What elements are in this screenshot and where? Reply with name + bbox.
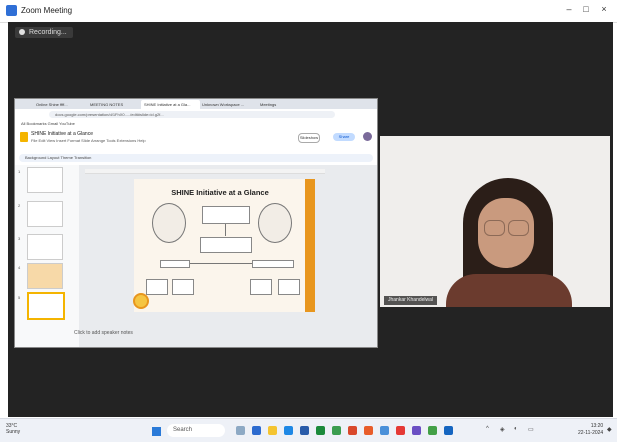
- thumb-number: 1: [18, 169, 21, 174]
- app-icon[interactable]: [412, 426, 421, 435]
- ruler: [85, 169, 325, 174]
- browser-tab[interactable]: Online Shine ffff...: [33, 100, 88, 109]
- battery-icon[interactable]: ▭: [528, 426, 534, 433]
- glasses-icon: [508, 220, 529, 236]
- slide-thumbnail[interactable]: [27, 234, 63, 260]
- thumb-number: 3: [18, 236, 21, 241]
- thumb-number: 4: [18, 265, 21, 270]
- diagram-leaf-box: [250, 279, 272, 295]
- browser-tab-strip: Online Shine ffff... MEETING NOTES SHINE…: [15, 99, 377, 109]
- word-icon[interactable]: [300, 426, 309, 435]
- browser-tab-active[interactable]: SHINE Initiative at a Gla...: [141, 100, 200, 109]
- sun-logo-icon: [133, 293, 149, 309]
- weather-desc: Sunny: [6, 429, 21, 435]
- address-bar[interactable]: docs.google.com/presentation/d/1FhX0....…: [49, 111, 335, 118]
- slide-accent-stripe: [305, 179, 315, 312]
- document-title[interactable]: SHINE Initiative at a Glance: [31, 131, 93, 137]
- minimize-button[interactable]: –: [562, 4, 576, 14]
- folder-icon[interactable]: [268, 426, 277, 435]
- app-icon[interactable]: [444, 426, 453, 435]
- network-icon[interactable]: ◈: [500, 426, 505, 433]
- close-button[interactable]: ×: [597, 4, 611, 14]
- slide-thumbnail-selected[interactable]: [27, 292, 65, 320]
- browser-tab[interactable]: Unknown Workspace ...: [199, 100, 258, 109]
- participant-video: [380, 136, 610, 307]
- volume-icon[interactable]: ◐: [514, 426, 518, 432]
- diagram-leaf-box: [278, 279, 300, 295]
- file-explorer-icon[interactable]: [236, 426, 245, 435]
- slides-header: SHINE Initiative at a Glance File Edit V…: [15, 128, 377, 146]
- google-slides-logo-icon: [20, 132, 28, 142]
- slide-thumbnail[interactable]: [27, 263, 63, 289]
- slide-filmstrip: 1 2 3 4 5: [15, 165, 79, 347]
- slide-title: SHINE Initiative at a Glance: [171, 188, 269, 197]
- participant-body: [446, 274, 572, 307]
- windows-taskbar: 33°C Sunny Search ^ ◈ ◐ ▭ 13:20 22-11-20…: [0, 418, 617, 442]
- share-button[interactable]: Share: [333, 133, 355, 141]
- current-slide[interactable]: SHINE Initiative at a Glance: [133, 179, 315, 312]
- recording-label: Recording...: [29, 29, 67, 36]
- browser-tab[interactable]: MEETING NOTES: [87, 100, 142, 109]
- slides-toolbar[interactable]: Background Layout Theme Transition: [19, 154, 373, 162]
- browser-toolbar: docs.google.com/presentation/d/1FhX0....…: [15, 109, 377, 120]
- diagram-box-right: [252, 260, 294, 268]
- browser-tab[interactable]: Meetings: [257, 100, 312, 109]
- maximize-button[interactable]: □: [579, 4, 593, 14]
- powerpoint-icon[interactable]: [348, 426, 357, 435]
- edge-icon[interactable]: [284, 426, 293, 435]
- bookmarks-bar[interactable]: All Bookmarks Gmail YouTube: [15, 120, 377, 128]
- start-button-icon[interactable]: [152, 427, 161, 436]
- diagram-leaf-box: [172, 279, 194, 295]
- thumb-number: 2: [18, 203, 21, 208]
- slide-thumbnail[interactable]: [27, 201, 63, 227]
- app-icon[interactable]: [396, 426, 405, 435]
- diagram-box-top: [202, 206, 250, 224]
- weather-widget[interactable]: 33°C Sunny: [6, 423, 20, 435]
- diagram-circle-left: [152, 203, 186, 243]
- chrome-icon[interactable]: [364, 426, 373, 435]
- window-title: Zoom Meeting: [21, 6, 73, 15]
- excel-icon[interactable]: [316, 426, 325, 435]
- sheets-icon[interactable]: [332, 426, 341, 435]
- zoom-icon[interactable]: [380, 426, 389, 435]
- glasses-icon: [484, 220, 505, 236]
- menu-bar[interactable]: File Edit View Insert Format Slide Arran…: [31, 138, 146, 143]
- slideshow-button[interactable]: Slideshow: [298, 133, 320, 143]
- participant-name-tag: Jhankar Khandelwal: [384, 296, 438, 305]
- diagram-box-left: [160, 260, 190, 268]
- diagram-leaf-box: [146, 279, 168, 295]
- account-avatar[interactable]: [363, 132, 372, 141]
- window-titlebar: Zoom Meeting – □ ×: [0, 0, 617, 23]
- diagram-connector: [225, 224, 226, 236]
- zoom-app-icon: [6, 5, 17, 16]
- recording-indicator[interactable]: Recording...: [15, 27, 73, 38]
- clock-time: 13:20: [590, 423, 604, 429]
- browser-icon[interactable]: [252, 426, 261, 435]
- record-dot-icon: [19, 29, 25, 35]
- app-icon[interactable]: [428, 426, 437, 435]
- speaker-notes[interactable]: Click to add speaker notes: [74, 330, 133, 336]
- chevron-up-icon[interactable]: ^: [486, 426, 489, 432]
- slide-thumbnail[interactable]: [27, 167, 63, 193]
- diagram-box-middle: [200, 237, 252, 253]
- diagram-circle-right: [258, 203, 292, 243]
- thumb-number: 5: [18, 295, 21, 300]
- system-clock[interactable]: 13:20 22-11-2024: [578, 423, 603, 437]
- taskbar-search[interactable]: Search: [167, 424, 225, 437]
- clock-date: 22-11-2024: [578, 430, 604, 436]
- notification-bell-icon[interactable]: ◆: [607, 426, 612, 433]
